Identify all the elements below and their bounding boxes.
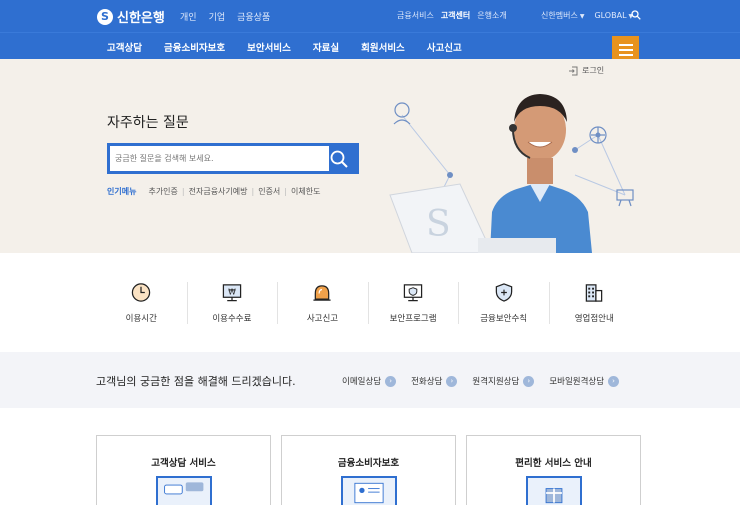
top-right-finance-service[interactable]: 금융서비스 xyxy=(397,10,434,21)
top-nav-business[interactable]: 기업 xyxy=(209,10,226,23)
util-members[interactable]: 신한멤버스 ▼ xyxy=(541,10,584,21)
consultation-headline: 고객님의 궁금한 점을 해결해 드리겠습니다. xyxy=(96,375,296,388)
util-members-label: 신한멤버스 xyxy=(541,11,578,20)
svg-text:₩: ₩ xyxy=(228,287,236,296)
service-security-program[interactable]: 보안프로그램 xyxy=(367,282,459,324)
hamburger-line xyxy=(618,43,633,46)
nav-consulting[interactable]: 고객상담 xyxy=(107,40,142,54)
service-shortcuts: 이용시간 ₩ 이용수수료 사고신고 보안프로그램 금융보안수칙 영업점안내 xyxy=(96,282,640,324)
quick-link-additional-auth[interactable]: 추가인증 xyxy=(148,186,177,197)
link-label: 원격지원상담 xyxy=(472,377,520,387)
quick-link-fraud-prevention[interactable]: 전자금융사기예방 xyxy=(189,186,248,197)
quick-link-transfer-limit[interactable]: 이체한도 xyxy=(291,186,320,197)
consultation-links: 이메일상담 › 전화상담 › 원격지원상담 › 모바일원격상담 › xyxy=(342,375,620,387)
top-right-customer-center[interactable]: 고객센터 xyxy=(441,10,470,21)
top-nav-products[interactable]: 금융상품 xyxy=(237,10,270,23)
service-label: 금융보안수칙 xyxy=(480,314,528,324)
fee-monitor-icon: ₩ xyxy=(222,284,242,302)
logo-text: 신한은행 xyxy=(117,11,165,26)
link-label: 전화상담 xyxy=(411,377,443,387)
hamburger-line xyxy=(618,53,633,56)
service-security-rules[interactable]: 금융보안수칙 xyxy=(458,282,549,324)
top-header: S 신한은행 개인 기업 금융상품 금융서비스 고객센터 은행소개 신한멤버스 ▼… xyxy=(0,0,740,32)
chevron-right-icon: › xyxy=(446,375,458,387)
card-title: 고객상담 서비스 xyxy=(151,458,216,469)
nav-resources[interactable]: 자료실 xyxy=(313,40,339,54)
link-label: 이메일상담 xyxy=(342,377,382,387)
alarm-bell-icon xyxy=(313,285,332,301)
faq-search-box xyxy=(107,143,359,174)
card-title: 금융소비자보호 xyxy=(337,458,400,469)
service-label: 보안프로그램 xyxy=(389,314,437,324)
top-utility: 신한멤버스 ▼ GLOBAL ▼ xyxy=(541,10,633,21)
service-incident-report[interactable]: 사고신고 xyxy=(277,282,368,324)
link-label: 모바일원격상담 xyxy=(549,377,605,387)
hamburger-line xyxy=(618,48,633,51)
util-global[interactable]: GLOBAL ▼ xyxy=(594,11,633,20)
login-label: 로그인 xyxy=(582,66,605,75)
email-consult-link[interactable]: 이메일상담 › xyxy=(342,375,397,387)
top-nav-personal[interactable]: 개인 xyxy=(180,10,197,23)
search-icon[interactable] xyxy=(631,10,641,20)
gift-box-icon xyxy=(525,476,582,505)
top-right-bank-intro[interactable]: 은행소개 xyxy=(477,10,506,21)
faq-search-button[interactable] xyxy=(328,148,350,170)
shield-icon xyxy=(495,283,512,302)
clock-icon xyxy=(132,283,151,302)
building-icon xyxy=(586,284,603,302)
login-link[interactable]: 로그인 xyxy=(568,65,604,76)
security-monitor-icon xyxy=(403,284,423,302)
remote-support-link[interactable]: 원격지원상담 › xyxy=(472,375,535,387)
top-right-nav: 금융서비스 고객센터 은행소개 xyxy=(397,10,507,21)
card-customer-consulting[interactable]: 고객상담 서비스 xyxy=(96,435,271,505)
popular-menu-label: 인기메뉴 xyxy=(107,187,137,196)
nav-security-service[interactable]: 보안서비스 xyxy=(247,40,291,54)
divider: | xyxy=(251,187,255,196)
divider: | xyxy=(181,187,185,196)
service-fees[interactable]: ₩ 이용수수료 xyxy=(186,282,278,324)
popular-menu: 인기메뉴 추가인증 | 전자금융사기예방 | 인증서 | 이체한도 xyxy=(107,186,320,197)
svg-text:S: S xyxy=(426,204,451,245)
chat-bubbles-icon xyxy=(155,476,212,505)
service-label: 사고신고 xyxy=(306,314,339,324)
card-title: 편리한 서비스 안내 xyxy=(515,458,592,469)
id-card-icon xyxy=(340,476,397,505)
login-icon xyxy=(569,66,578,75)
chevron-right-icon: › xyxy=(523,375,535,387)
chevron-right-icon: › xyxy=(608,375,620,387)
chevron-down-icon: ▼ xyxy=(579,13,585,20)
phone-consult-link[interactable]: 전화상담 › xyxy=(411,375,458,387)
bank-logo[interactable]: S 신한은행 xyxy=(97,7,165,26)
nav-consumer-protection[interactable]: 금융소비자보호 xyxy=(164,40,225,54)
util-global-label: GLOBAL xyxy=(594,11,627,20)
top-nav: 개인 기업 금융상품 xyxy=(180,10,270,23)
divider: | xyxy=(284,187,287,196)
card-convenient-services[interactable]: 편리한 서비스 안내 xyxy=(466,435,641,505)
faq-search-input[interactable] xyxy=(110,146,329,171)
nav-member-service[interactable]: 회원서비스 xyxy=(361,40,405,54)
service-label: 이용수수료 xyxy=(212,314,252,324)
chevron-right-icon: › xyxy=(385,375,397,387)
mobile-remote-link[interactable]: 모바일원격상담 › xyxy=(549,375,620,387)
hero-illustration: S xyxy=(389,94,634,253)
logo-mark-icon: S xyxy=(97,8,113,25)
nav-incident-report[interactable]: 사고신고 xyxy=(427,40,462,54)
card-consumer-protection[interactable]: 금융소비자보호 xyxy=(281,435,456,505)
service-label: 영업점안내 xyxy=(574,314,614,324)
service-label: 이용시간 xyxy=(125,314,157,324)
service-business-hours[interactable]: 이용시간 xyxy=(96,282,187,324)
service-branch-info[interactable]: 영업점안내 xyxy=(548,282,640,324)
page-title: 자주하는 질문 xyxy=(107,115,189,131)
quick-link-certificate[interactable]: 인증서 xyxy=(258,186,280,197)
